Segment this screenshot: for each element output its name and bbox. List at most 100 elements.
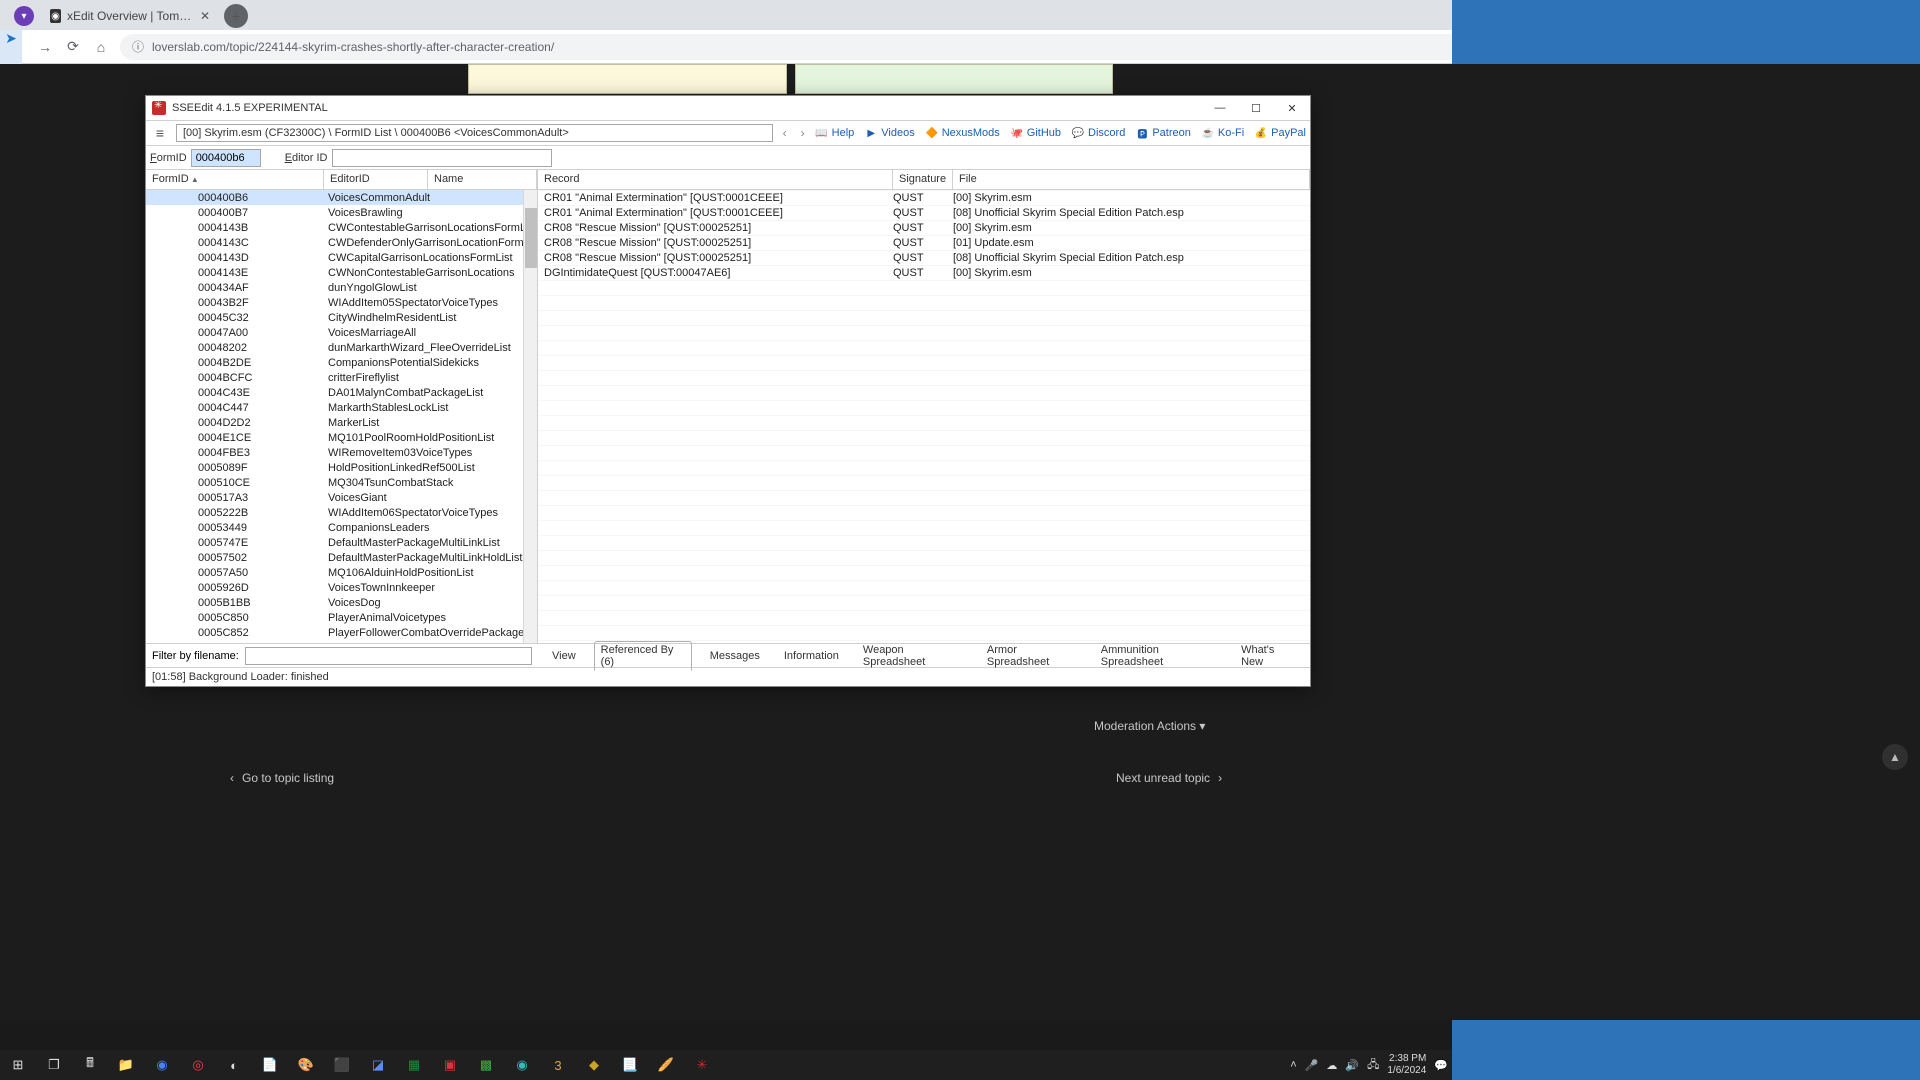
hamburger-icon[interactable]: ≡ — [150, 125, 170, 141]
record-row[interactable]: 00047A00VoicesMarriageAll — [146, 325, 537, 340]
record-row[interactable]: 0004C43EDA01MalynCombatPackageList — [146, 385, 537, 400]
text-file-icon[interactable]: 📃 — [612, 1050, 648, 1080]
forward-icon[interactable]: → — [36, 39, 54, 55]
reference-row[interactable]: CR08 "Rescue Mission" [QUST:00025251]QUS… — [538, 250, 1310, 265]
col-name[interactable]: Name — [428, 170, 537, 189]
record-row[interactable]: 000517A3VoicesGiant — [146, 490, 537, 505]
bottom-tab[interactable]: Information — [778, 648, 845, 664]
app-icon-3[interactable]: ▣ — [432, 1050, 468, 1080]
close-button[interactable]: ✕ — [1274, 96, 1310, 120]
tray-network-icon[interactable]: 🖧 — [1367, 1056, 1379, 1075]
new-tab-button[interactable]: + — [224, 4, 248, 28]
scrollbar-thumb[interactable] — [525, 208, 537, 268]
record-row[interactable]: 0004C447MarkarthStablesLockList — [146, 400, 537, 415]
league-icon[interactable]: ◆ — [576, 1050, 612, 1080]
record-row[interactable]: 0005747EDefaultMasterPackageMultiLinkLis… — [146, 535, 537, 550]
record-row[interactable]: 0005089FHoldPositionLinkedRef500List — [146, 460, 537, 475]
reference-row[interactable]: CR01 "Animal Extermination" [QUST:0001CE… — [538, 190, 1310, 205]
system-clock[interactable]: 2:38 PM 1/6/2024 — [1387, 1053, 1426, 1077]
app-icon-2[interactable]: ◪ — [360, 1050, 396, 1080]
toolbar-link-nexusmods[interactable]: 🔶NexusMods — [925, 126, 1000, 140]
record-row[interactable]: 0004D2D2MarkerList — [146, 415, 537, 430]
record-row[interactable]: 0004BCFCcritterFireflylist — [146, 370, 537, 385]
tray-chevron-icon[interactable]: ˄ — [1290, 1059, 1296, 1071]
record-row[interactable]: 00053449CompanionsLeaders — [146, 520, 537, 535]
app-icon-5[interactable]: 3 — [540, 1050, 576, 1080]
steam-icon[interactable]: ◐ — [216, 1050, 252, 1080]
reference-row[interactable]: CR08 "Rescue Mission" [QUST:00025251]QUS… — [538, 235, 1310, 250]
toolbar-link-videos[interactable]: ▶Videos — [864, 126, 914, 140]
nav-back-icon[interactable]: ‹ — [779, 126, 791, 140]
col-editorid[interactable]: EditorID — [324, 170, 428, 189]
minecraft-icon[interactable]: ▩ — [468, 1050, 504, 1080]
home-icon[interactable]: ⌂ — [92, 39, 110, 55]
calculator-icon[interactable]: 🖩 — [72, 1050, 108, 1080]
vertical-tab-strip[interactable]: ➤ — [0, 30, 22, 68]
col-record[interactable]: Record — [538, 170, 893, 189]
bottom-tab[interactable]: View — [546, 648, 582, 664]
bottom-tab[interactable]: Armor Spreadsheet — [981, 642, 1083, 670]
record-row[interactable]: 0004E1CEMQ101PoolRoomHoldPositionList — [146, 430, 537, 445]
bottom-tab[interactable]: Ammunition Spreadsheet — [1095, 642, 1223, 670]
record-row[interactable]: 0004143DCWCapitalGarrisonLocationsFormLi… — [146, 250, 537, 265]
toolbar-link-patreon[interactable]: 🅿Patreon — [1135, 126, 1191, 140]
maximize-button[interactable]: ☐ — [1238, 96, 1274, 120]
record-row[interactable]: 0005C852PlayerFollowerCombatOverridePack… — [146, 625, 537, 640]
app-icon-4[interactable]: ◉ — [504, 1050, 540, 1080]
notification-icon[interactable]: 💬 — [1434, 1059, 1448, 1072]
explorer-icon[interactable]: 📁 — [108, 1050, 144, 1080]
formid-input[interactable] — [191, 149, 261, 167]
record-row[interactable]: 00048202dunMarkarthWizard_FleeOverrideLi… — [146, 340, 537, 355]
toolbar-link-paypal[interactable]: 💰PayPal — [1254, 126, 1306, 140]
filter-input[interactable] — [245, 647, 532, 665]
col-formid[interactable]: FormID — [146, 170, 324, 189]
record-row[interactable]: 0004B2DECompanionsPotentialSidekicks — [146, 355, 537, 370]
bottom-tab[interactable]: Weapon Spreadsheet — [857, 642, 969, 670]
editorid-input[interactable] — [332, 149, 552, 167]
scroll-to-top-button[interactable]: ▲ — [1882, 744, 1908, 770]
record-row[interactable]: 0004FBE3WIRemoveItem03VoiceTypes — [146, 445, 537, 460]
toolbar-link-ko-fi[interactable]: ☕Ko-Fi — [1201, 126, 1244, 140]
bottom-tab[interactable]: What's New — [1235, 642, 1302, 670]
address-bar[interactable]: ⓘ loverslab.com/topic/224144-skyrim-cras… — [120, 34, 1574, 60]
bottom-tab[interactable]: Referenced By (6) — [594, 641, 692, 671]
record-list-header[interactable]: FormID EditorID Name — [146, 170, 537, 190]
moderation-actions-dropdown[interactable]: Moderation Actions — [1094, 719, 1205, 733]
col-signature[interactable]: Signature — [893, 170, 953, 189]
site-info-icon[interactable]: ⓘ — [132, 38, 144, 55]
toolbar-link-discord[interactable]: 💬Discord — [1071, 126, 1125, 140]
browser-menu-icon[interactable]: ▾ — [14, 6, 34, 26]
record-row[interactable]: 000400B6VoicesCommonAdult — [146, 190, 537, 205]
task-view-icon[interactable]: ❐ — [36, 1050, 72, 1080]
notepad-icon[interactable]: 📄 — [252, 1050, 288, 1080]
record-row[interactable]: 0005B1BBVoicesDog — [146, 595, 537, 610]
minimize-button[interactable]: — — [1202, 96, 1238, 120]
record-row[interactable]: 00045C32CityWindhelmResidentList — [146, 310, 537, 325]
reload-icon[interactable]: ⟳ — [64, 38, 82, 55]
record-row[interactable]: 0005C850PlayerAnimalVoicetypes — [146, 610, 537, 625]
start-button[interactable]: ⊞ — [0, 1050, 36, 1080]
app-icon-1[interactable]: ⬛ — [324, 1050, 360, 1080]
record-row[interactable]: 000510CEMQ304TsunCombatStack — [146, 475, 537, 490]
go-to-topic-listing-link[interactable]: ‹Go to topic listing — [230, 771, 334, 785]
tray-mic-icon[interactable]: 🎤 — [1305, 1059, 1319, 1072]
opera-gx-icon[interactable]: ◎ — [180, 1050, 216, 1080]
next-unread-topic-link[interactable]: Next unread topic› — [1116, 771, 1222, 785]
reference-row[interactable]: CR01 "Animal Extermination" [QUST:0001CE… — [538, 205, 1310, 220]
record-row[interactable]: 00057502DefaultMasterPackageMultiLinkHol… — [146, 550, 537, 565]
excel-icon[interactable]: ▦ — [396, 1050, 432, 1080]
scrollbar[interactable] — [523, 190, 537, 643]
tray-volume-icon[interactable]: 🔊 — [1345, 1059, 1359, 1072]
chrome-icon[interactable]: ◉ — [144, 1050, 180, 1080]
record-row[interactable]: 0004143ECWNonContestableGarrisonLocation… — [146, 265, 537, 280]
reference-row[interactable]: DGIntimidateQuest [QUST:00047AE6]QUST[00… — [538, 265, 1310, 280]
record-row[interactable]: 0005926DVoicesTownInnkeeper — [146, 580, 537, 595]
sseedit-taskbar-icon[interactable]: ✳ — [684, 1050, 720, 1080]
record-row[interactable]: 00057A50MQ106AlduinHoldPositionList — [146, 565, 537, 580]
paint-icon[interactable]: 🎨 — [288, 1050, 324, 1080]
record-path-box[interactable]: [00] Skyrim.esm (CF32300C) \ FormID List… — [176, 124, 773, 142]
col-file[interactable]: File — [953, 170, 1310, 189]
record-row[interactable]: 0005222BWIAddItem06SpectatorVoiceTypes — [146, 505, 537, 520]
app-icon-6[interactable]: 🥖 — [648, 1050, 684, 1080]
references-header[interactable]: Record Signature File — [538, 170, 1310, 190]
